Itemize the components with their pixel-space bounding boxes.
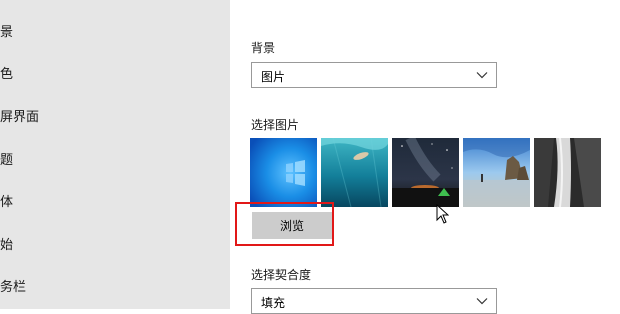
sidebar-item-colors[interactable]: 色 <box>0 63 13 82</box>
background-label: 背景 <box>251 41 276 55</box>
background-dropdown-value: 图片 <box>261 70 286 84</box>
mouse-cursor-icon <box>436 204 449 224</box>
thumbnail-night-sky-tent[interactable] <box>392 138 459 207</box>
main-panel: 背景 图片 选择图片 浏览 选择契合度 填充 <box>230 0 620 314</box>
chevron-down-icon <box>476 72 488 79</box>
sidebar-item-start[interactable]: 始 <box>0 234 13 253</box>
picture-thumbnails <box>250 138 602 207</box>
fit-dropdown-value: 填充 <box>261 296 286 310</box>
chevron-down-icon <box>476 298 488 305</box>
sidebar-item-background[interactable]: 景 <box>0 21 13 40</box>
choose-picture-label: 选择图片 <box>251 118 300 132</box>
fit-label: 选择契合度 <box>251 268 312 282</box>
thumbnail-windows-default[interactable] <box>250 138 317 207</box>
sidebar-item-lock-screen[interactable]: 屏界面 <box>0 106 39 125</box>
sidebar: 景 色 屏界面 题 体 始 务栏 <box>0 0 230 309</box>
browse-button[interactable]: 浏览 <box>252 212 332 239</box>
sidebar-item-taskbar[interactable]: 务栏 <box>0 276 26 295</box>
thumbnail-waterfall-cliff[interactable] <box>534 138 601 207</box>
sidebar-item-fonts[interactable]: 体 <box>0 191 13 210</box>
thumbnail-underwater-swimmer[interactable] <box>321 138 388 207</box>
thumbnail-beach-rocks[interactable] <box>463 138 530 207</box>
background-dropdown[interactable]: 图片 <box>251 62 497 88</box>
fit-dropdown[interactable]: 填充 <box>251 288 497 314</box>
sidebar-item-themes[interactable]: 题 <box>0 149 13 168</box>
